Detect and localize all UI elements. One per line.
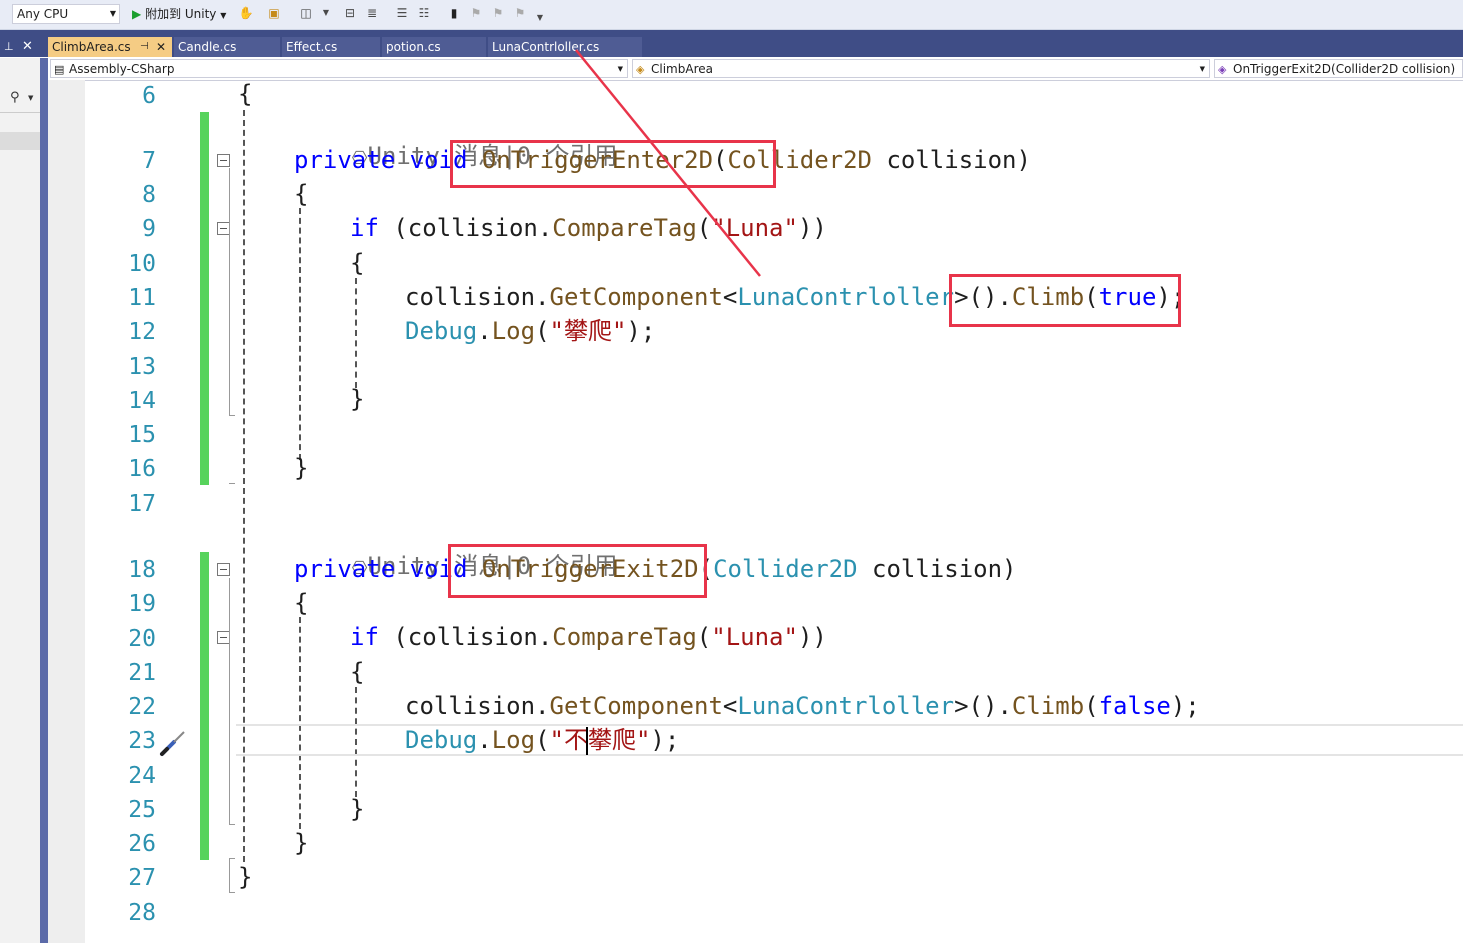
annotation-arrow [575,49,761,277]
